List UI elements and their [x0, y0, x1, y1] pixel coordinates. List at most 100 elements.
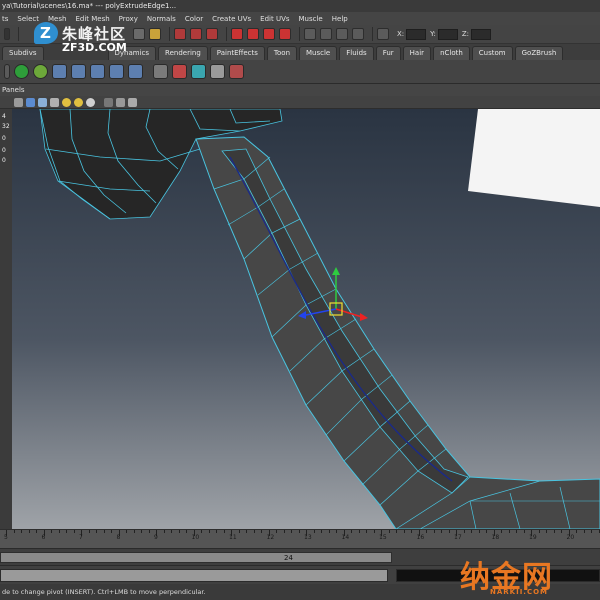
timeline-tick	[396, 530, 397, 533]
tab-painteffects[interactable]: PaintEffects	[209, 46, 265, 60]
sphere-shade-icon[interactable]	[86, 97, 95, 107]
camera-icon[interactable]	[116, 97, 125, 107]
y-field[interactable]	[437, 28, 458, 40]
render-settings-icon[interactable]	[352, 28, 364, 40]
timeline-tick	[433, 530, 435, 533]
zf3d-watermark-en: ZF3D.COM	[62, 41, 127, 54]
tab-hair[interactable]: Hair	[402, 46, 432, 60]
sphere-icon[interactable]	[33, 64, 48, 79]
tab-muscle[interactable]: Muscle	[299, 46, 338, 60]
bookmark-icon[interactable]	[128, 97, 137, 107]
timeline-tick	[351, 530, 352, 533]
render-icon[interactable]	[210, 64, 225, 79]
timeline-tick	[96, 530, 97, 533]
tab-subdivs[interactable]: Subdivs	[2, 46, 44, 60]
timeline-tick	[246, 530, 247, 533]
range-bar[interactable]	[0, 552, 392, 563]
snap-point-icon[interactable]	[263, 28, 275, 40]
tab-rendering[interactable]: Rendering	[158, 46, 208, 60]
tab-ncloth[interactable]: nCloth	[433, 46, 470, 60]
x-field[interactable]	[406, 28, 427, 40]
poly-cylinder-icon[interactable]	[71, 64, 86, 79]
z-field[interactable]	[471, 28, 492, 40]
timeline-label: 17	[454, 534, 462, 541]
timeline-tick	[538, 530, 540, 533]
menu-item-color[interactable]: Color	[185, 15, 203, 23]
tab-gozbrush[interactable]: GoZBrush	[514, 46, 564, 60]
tab-fur[interactable]: Fur	[375, 46, 401, 60]
render-frame-icon[interactable]	[320, 28, 332, 40]
y-label: Y:	[430, 30, 436, 38]
timeline-tick	[66, 530, 67, 533]
timeline-tick	[546, 530, 547, 533]
timeline-tick	[148, 530, 150, 533]
timeline-tick	[58, 530, 60, 533]
menu-item-edit-uvs[interactable]: Edit UVs	[260, 15, 289, 23]
timeline-tick	[486, 530, 487, 533]
wireframe-icon[interactable]	[14, 97, 23, 107]
timeline-label: 12	[266, 534, 275, 541]
script-editor-icon[interactable]	[153, 64, 168, 79]
select-by-object-icon[interactable]	[190, 28, 202, 40]
smooth-shade-icon[interactable]	[26, 97, 35, 107]
timeline-tick	[208, 530, 210, 533]
timeline-label: 10	[191, 534, 200, 541]
uv-editor-icon[interactable]	[191, 64, 206, 79]
menu-item-tools[interactable]: ts	[2, 15, 8, 23]
shadows-icon[interactable]	[74, 97, 83, 107]
goz-icon[interactable]	[14, 64, 29, 79]
tab-fluids[interactable]: Fluids	[339, 46, 374, 60]
timeline-tick	[471, 530, 472, 533]
select-by-hierarchy-icon[interactable]	[174, 28, 186, 40]
timeline-tick	[448, 530, 450, 533]
snap-grid-icon[interactable]	[231, 28, 243, 40]
timeline-tick	[313, 530, 315, 533]
viewport[interactable]	[0, 109, 600, 529]
command-input[interactable]	[0, 569, 388, 582]
open-scene-icon[interactable]	[149, 28, 161, 40]
narkii-watermark-en: NARKII.COM	[490, 588, 549, 596]
timeline-tick	[103, 530, 105, 533]
timeline-tick	[508, 530, 510, 533]
menu-item-muscle[interactable]: Muscle	[299, 15, 323, 23]
poly-torus-icon[interactable]	[128, 64, 143, 79]
timeline-tick	[36, 530, 37, 533]
snap-curve-icon[interactable]	[247, 28, 259, 40]
timeline-tick	[516, 530, 517, 533]
input-mode-icon[interactable]	[377, 28, 389, 40]
timeline-label: 16	[416, 534, 425, 541]
lights-icon[interactable]	[62, 97, 71, 107]
timeline-label: 11	[229, 534, 237, 541]
textured-icon[interactable]	[38, 97, 47, 107]
separator	[372, 27, 373, 41]
channel-value: 0	[2, 157, 6, 164]
poly-cube-icon[interactable]	[52, 64, 67, 79]
xray-icon[interactable]	[50, 97, 59, 107]
tab-custom[interactable]: Custom	[471, 46, 513, 60]
hypershade-icon[interactable]	[172, 64, 187, 79]
timeline-tick	[373, 530, 375, 533]
timeline-tick	[328, 530, 330, 533]
timeline-label: 7	[79, 534, 83, 541]
select-by-component-icon[interactable]	[206, 28, 218, 40]
snap-plane-icon[interactable]	[279, 28, 291, 40]
mode-dropdown-icon[interactable]	[4, 28, 10, 40]
tab-toon[interactable]: Toon	[266, 46, 298, 60]
viewport-canvas[interactable]	[0, 109, 600, 529]
timeline-tick	[261, 530, 262, 533]
ipr-render-icon[interactable]	[336, 28, 348, 40]
shelf-tool-icon[interactable]	[4, 64, 10, 79]
timeline-label: 14	[341, 534, 350, 541]
poly-cone-icon[interactable]	[90, 64, 105, 79]
isolate-icon[interactable]	[104, 97, 113, 107]
menu-item-create-uvs[interactable]: Create UVs	[212, 15, 251, 23]
time-slider[interactable]: 5 6 7 8 9 10 11 12 13 14 15 16 17 18 19 20	[0, 529, 600, 548]
menu-item-normals[interactable]: Normals	[147, 15, 176, 23]
timeline-tick	[591, 530, 592, 533]
history-icon[interactable]	[304, 28, 316, 40]
paint-tool-icon[interactable]	[229, 64, 244, 79]
poly-plane-icon[interactable]	[109, 64, 124, 79]
menu-item-help[interactable]: Help	[332, 15, 348, 23]
new-scene-icon[interactable]	[133, 28, 145, 40]
panel-menu[interactable]: Panels	[0, 84, 600, 96]
